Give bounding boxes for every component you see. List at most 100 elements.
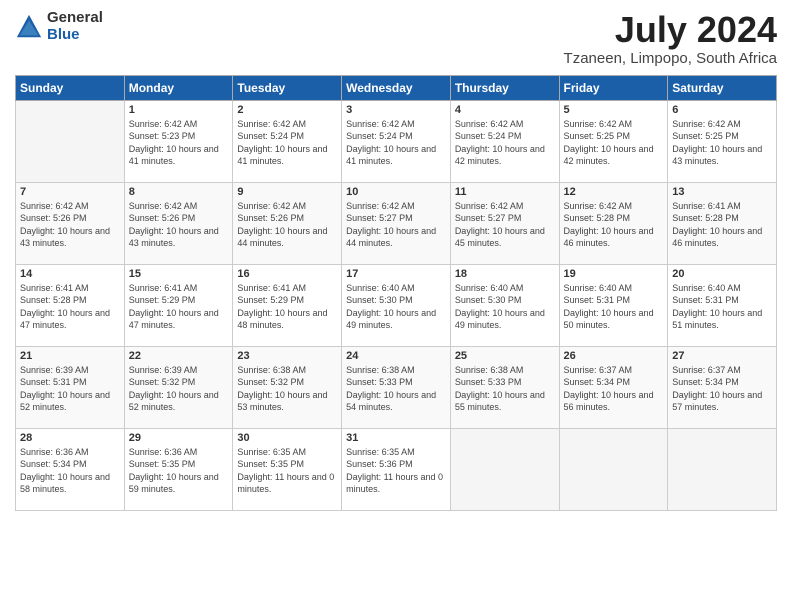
day-info: Sunrise: 6:39 AM Sunset: 5:32 PM Dayligh… — [129, 364, 229, 414]
col-header-wednesday: Wednesday — [342, 75, 451, 100]
day-info: Sunrise: 6:42 AM Sunset: 5:26 PM Dayligh… — [20, 200, 120, 250]
day-cell: 21 Sunrise: 6:39 AM Sunset: 5:31 PM Dayli… — [16, 346, 125, 428]
day-cell: 18Sunrise: 6:40 AM Sunset: 5:30 PM Dayli… — [450, 264, 559, 346]
day-cell: 7 Sunrise: 6:42 AM Sunset: 5:26 PM Daylig… — [16, 182, 125, 264]
day-cell: 9Sunrise: 6:42 AM Sunset: 5:26 PM Daylig… — [233, 182, 342, 264]
day-number: 2 — [237, 104, 337, 116]
day-number: 9 — [237, 186, 337, 198]
col-header-friday: Friday — [559, 75, 668, 100]
day-number: 4 — [455, 104, 555, 116]
day-number: 3 — [346, 104, 446, 116]
day-cell: 15 Sunrise: 6:41 AM Sunset: 5:29 PM Dayli… — [124, 264, 233, 346]
day-cell: 20 Sunrise: 6:40 AM Sunset: 5:31 PM Dayli… — [668, 264, 777, 346]
day-info: Sunrise: 6:40 AM Sunset: 5:31 PM Dayligh… — [564, 282, 664, 332]
day-info: Sunrise: 6:42 AM Sunset: 5:24 PM Dayligh… — [455, 118, 555, 168]
day-number: 28 — [20, 432, 120, 444]
day-cell — [16, 100, 125, 182]
day-cell: 27 Sunrise: 6:37 AM Sunset: 5:34 PM Dayli… — [668, 346, 777, 428]
day-number: 13 — [672, 186, 772, 198]
week-row-2: 7 Sunrise: 6:42 AM Sunset: 5:26 PM Daylig… — [16, 182, 777, 264]
day-info: Sunrise: 6:42 AM Sunset: 5:28 PM Dayligh… — [564, 200, 664, 250]
logo-icon — [15, 13, 43, 41]
day-cell: 4 Sunrise: 6:42 AM Sunset: 5:24 PM Daylig… — [450, 100, 559, 182]
calendar-table: SundayMondayTuesdayWednesdayThursdayFrid… — [15, 75, 777, 511]
day-number: 23 — [237, 350, 337, 362]
day-info: Sunrise: 6:41 AM Sunset: 5:28 PM Dayligh… — [20, 282, 120, 332]
day-cell: 28 Sunrise: 6:36 AM Sunset: 5:34 PM Dayli… — [16, 428, 125, 510]
logo-text: General Blue — [47, 10, 103, 43]
day-info: Sunrise: 6:42 AM Sunset: 5:23 PM Dayligh… — [129, 118, 229, 168]
month-title: July 2024 — [564, 10, 777, 50]
col-header-saturday: Saturday — [668, 75, 777, 100]
day-info: Sunrise: 6:39 AM Sunset: 5:31 PM Dayligh… — [20, 364, 120, 414]
day-cell: 13 Sunrise: 6:41 AM Sunset: 5:28 PM Dayli… — [668, 182, 777, 264]
day-info: Sunrise: 6:42 AM Sunset: 5:25 PM Dayligh… — [672, 118, 772, 168]
day-number: 20 — [672, 268, 772, 280]
day-cell: 8 Sunrise: 6:42 AM Sunset: 5:26 PM Daylig… — [124, 182, 233, 264]
week-row-5: 28 Sunrise: 6:36 AM Sunset: 5:34 PM Dayli… — [16, 428, 777, 510]
title-block: July 2024 Tzaneen, Limpopo, South Africa — [564, 10, 777, 67]
day-number: 24 — [346, 350, 446, 362]
col-header-monday: Monday — [124, 75, 233, 100]
day-cell: 14Sunrise: 6:41 AM Sunset: 5:28 PM Dayli… — [16, 264, 125, 346]
day-number: 7 — [20, 186, 120, 198]
day-cell: 19 Sunrise: 6:40 AM Sunset: 5:31 PM Dayli… — [559, 264, 668, 346]
day-cell: 2 Sunrise: 6:42 AM Sunset: 5:24 PM Daylig… — [233, 100, 342, 182]
col-header-sunday: Sunday — [16, 75, 125, 100]
day-cell: 3Sunrise: 6:42 AM Sunset: 5:24 PM Daylig… — [342, 100, 451, 182]
day-number: 8 — [129, 186, 229, 198]
day-info: Sunrise: 6:38 AM Sunset: 5:33 PM Dayligh… — [455, 364, 555, 414]
day-info: Sunrise: 6:36 AM Sunset: 5:34 PM Dayligh… — [20, 446, 120, 496]
day-cell: 29Sunrise: 6:36 AM Sunset: 5:35 PM Dayli… — [124, 428, 233, 510]
logo-blue-label: Blue — [47, 27, 103, 44]
day-number: 27 — [672, 350, 772, 362]
day-cell — [450, 428, 559, 510]
day-cell: 22 Sunrise: 6:39 AM Sunset: 5:32 PM Dayli… — [124, 346, 233, 428]
day-number: 16 — [237, 268, 337, 280]
day-info: Sunrise: 6:35 AM Sunset: 5:36 PM Dayligh… — [346, 446, 446, 496]
day-number: 11 — [455, 186, 555, 198]
day-cell: 17Sunrise: 6:40 AM Sunset: 5:30 PM Dayli… — [342, 264, 451, 346]
header: General Blue July 2024 Tzaneen, Limpopo,… — [15, 10, 777, 67]
day-cell — [559, 428, 668, 510]
day-number: 22 — [129, 350, 229, 362]
day-cell: 1 Sunrise: 6:42 AM Sunset: 5:23 PM Daylig… — [124, 100, 233, 182]
day-info: Sunrise: 6:42 AM Sunset: 5:27 PM Dayligh… — [346, 200, 446, 250]
day-info: Sunrise: 6:42 AM Sunset: 5:25 PM Dayligh… — [564, 118, 664, 168]
day-number: 1 — [129, 104, 229, 116]
week-row-3: 14Sunrise: 6:41 AM Sunset: 5:28 PM Dayli… — [16, 264, 777, 346]
day-number: 12 — [564, 186, 664, 198]
day-cell: 31 Sunrise: 6:35 AM Sunset: 5:36 PM Dayli… — [342, 428, 451, 510]
day-cell: 16 Sunrise: 6:41 AM Sunset: 5:29 PM Dayli… — [233, 264, 342, 346]
day-info: Sunrise: 6:37 AM Sunset: 5:34 PM Dayligh… — [672, 364, 772, 414]
day-cell: 25 Sunrise: 6:38 AM Sunset: 5:33 PM Dayli… — [450, 346, 559, 428]
day-number: 31 — [346, 432, 446, 444]
day-info: Sunrise: 6:42 AM Sunset: 5:24 PM Dayligh… — [237, 118, 337, 168]
day-cell: 10Sunrise: 6:42 AM Sunset: 5:27 PM Dayli… — [342, 182, 451, 264]
day-number: 5 — [564, 104, 664, 116]
day-number: 25 — [455, 350, 555, 362]
day-info: Sunrise: 6:40 AM Sunset: 5:30 PM Dayligh… — [455, 282, 555, 332]
day-info: Sunrise: 6:40 AM Sunset: 5:31 PM Dayligh… — [672, 282, 772, 332]
week-row-4: 21 Sunrise: 6:39 AM Sunset: 5:31 PM Dayli… — [16, 346, 777, 428]
day-number: 19 — [564, 268, 664, 280]
day-info: Sunrise: 6:42 AM Sunset: 5:26 PM Dayligh… — [129, 200, 229, 250]
day-cell: 6Sunrise: 6:42 AM Sunset: 5:25 PM Daylig… — [668, 100, 777, 182]
day-cell: 23Sunrise: 6:38 AM Sunset: 5:32 PM Dayli… — [233, 346, 342, 428]
day-info: Sunrise: 6:41 AM Sunset: 5:29 PM Dayligh… — [129, 282, 229, 332]
day-info: Sunrise: 6:37 AM Sunset: 5:34 PM Dayligh… — [564, 364, 664, 414]
day-cell: 30Sunrise: 6:35 AM Sunset: 5:35 PM Dayli… — [233, 428, 342, 510]
day-number: 15 — [129, 268, 229, 280]
day-number: 17 — [346, 268, 446, 280]
logo-general-label: General — [47, 10, 103, 27]
day-cell: 24 Sunrise: 6:38 AM Sunset: 5:33 PM Dayli… — [342, 346, 451, 428]
header-row: SundayMondayTuesdayWednesdayThursdayFrid… — [16, 75, 777, 100]
day-number: 30 — [237, 432, 337, 444]
day-info: Sunrise: 6:41 AM Sunset: 5:29 PM Dayligh… — [237, 282, 337, 332]
day-cell — [668, 428, 777, 510]
day-info: Sunrise: 6:41 AM Sunset: 5:28 PM Dayligh… — [672, 200, 772, 250]
page: General Blue July 2024 Tzaneen, Limpopo,… — [0, 0, 792, 612]
day-number: 21 — [20, 350, 120, 362]
day-number: 26 — [564, 350, 664, 362]
day-info: Sunrise: 6:38 AM Sunset: 5:33 PM Dayligh… — [346, 364, 446, 414]
